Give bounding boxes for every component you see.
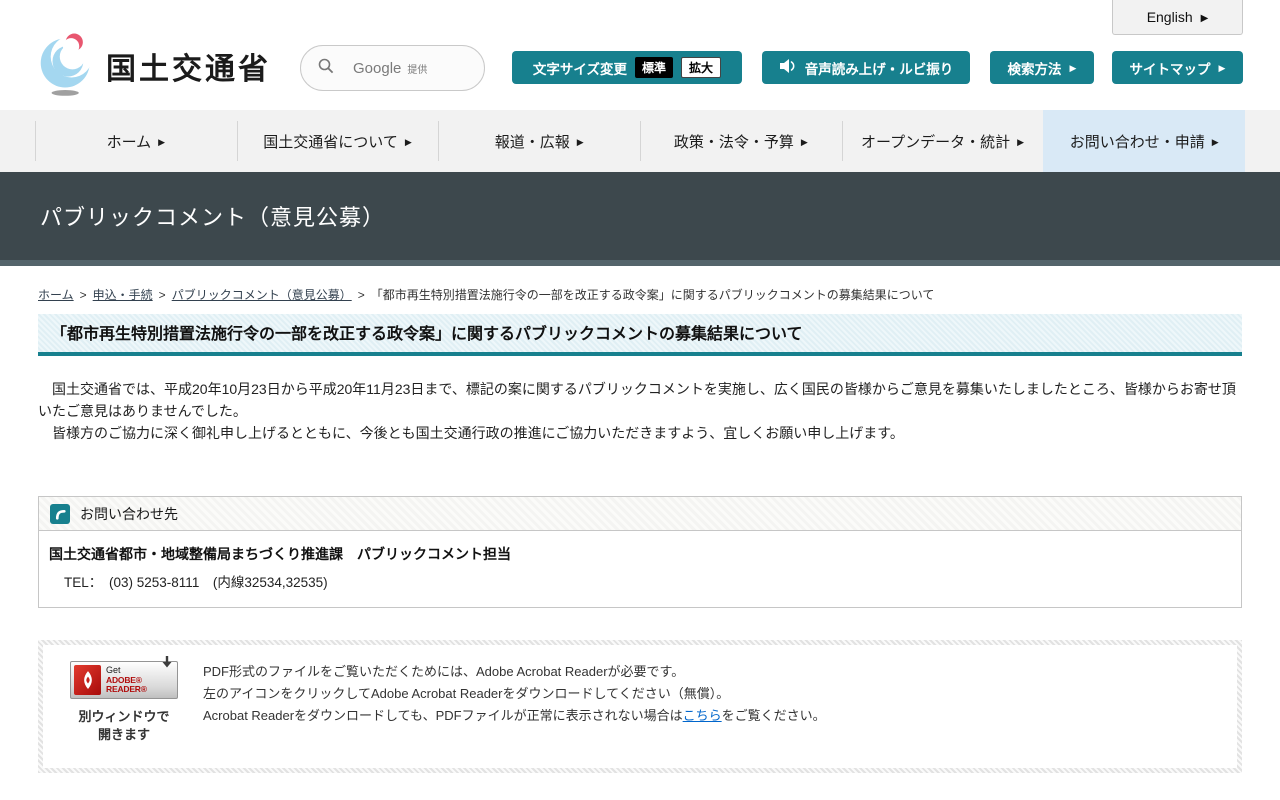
- font-size-label: 文字サイズ変更: [532, 61, 628, 77]
- pdf-notice-line-part: をご覧ください。: [721, 708, 826, 723]
- breadcrumb-separator: >: [357, 287, 365, 302]
- chevron-right-icon: ▶: [1069, 63, 1077, 73]
- search-input[interactable]: Google 提供: [300, 45, 485, 91]
- pdf-notice-line: 左のアイコンをクリックしてAdobe Acrobat Readerをダウンロード…: [203, 686, 730, 701]
- adobe-reader-label: ADOBE® READER®: [106, 674, 147, 694]
- chevron-right-icon: ▶: [1200, 12, 1209, 24]
- contact-box-body: 国土交通省都市・地域整備局まちづくり推進課 パブリックコメント担当 TEL： (…: [39, 531, 1241, 607]
- mlit-logo-icon: [38, 28, 96, 103]
- opens-new-window-note: 別ウィンドウで 開きます: [59, 708, 189, 744]
- breadcrumb-link-home[interactable]: ホーム: [38, 286, 74, 303]
- chevron-right-icon: ▶: [158, 136, 166, 147]
- site-logo[interactable]: 国土交通省: [38, 28, 271, 103]
- chevron-right-icon: ▶: [576, 136, 584, 147]
- speech-reading-button[interactable]: 音声読み上げ・ルビ振り: [762, 51, 970, 84]
- nav-item-about[interactable]: 国土交通省について ▶: [236, 110, 439, 172]
- pdf-notice-line: PDF形式のファイルをご覧いただくためには、Adobe Acrobat Read…: [203, 664, 685, 679]
- article-paragraph: 皆様方のご協力に深く御礼申し上げるとともに、今後とも国土交通行政の推進にご協力い…: [38, 425, 904, 441]
- breadcrumb-separator: >: [158, 287, 166, 302]
- contact-department: 国土交通省都市・地域整備局まちづくり推進課 パブリックコメント担当: [49, 546, 511, 562]
- pdf-notice-line: Acrobat Readerをダウンロードしても、PDFファイルが正常に表示され…: [203, 705, 826, 727]
- nav-item-label: お問い合わせ・申請: [1069, 133, 1205, 151]
- download-arrow-icon: [160, 655, 174, 674]
- global-nav: ホーム ▶ 国土交通省について ▶ 報道・広報 ▶ 政策・法令・予算 ▶ オープ…: [0, 110, 1280, 172]
- chevron-right-icon: ▶: [800, 136, 808, 147]
- get-adobe-reader-button[interactable]: Get ADOBE® READER®: [70, 656, 178, 699]
- opens-new-window-line: 別ウィンドウで: [78, 709, 170, 724]
- adobe-pdf-icon: [74, 665, 102, 695]
- breadcrumb-link-public-comment[interactable]: パブリックコメント（意見公募）: [172, 286, 352, 303]
- speech-reading-label: 音声読み上げ・ルビ振り: [804, 61, 954, 77]
- english-label: English: [1146, 9, 1193, 25]
- search-method-button[interactable]: 検索方法 ▶: [990, 51, 1094, 84]
- speaker-icon: [779, 58, 797, 77]
- nav-item-label: 報道・広報: [494, 133, 570, 151]
- contact-box-header: お問い合わせ先: [39, 497, 1241, 531]
- font-size-button[interactable]: 文字サイズ変更 標準 拡大: [512, 51, 742, 84]
- search-method-label: 検索方法: [1007, 61, 1062, 77]
- sitemap-label: サイトマップ: [1129, 61, 1211, 77]
- breadcrumb-current: 「都市再生特別措置法施行令の一部を改正する政令案」に関するパブリックコメントの募…: [370, 288, 935, 302]
- pdf-notice-line-part: Acrobat Readerをダウンロードしても、PDFファイルが正常に表示され…: [203, 708, 683, 723]
- main-content: ホーム > 申込・手続 > パブリックコメント（意見公募） > 「都市再生特別措…: [0, 272, 1280, 773]
- font-size-large-button[interactable]: 拡大: [681, 57, 722, 78]
- pdf-notice-box: Get ADOBE® READER® 別ウィンドウで 開きます PDF形式のファ…: [38, 640, 1242, 773]
- site-name: 国土交通省: [106, 52, 271, 86]
- sitemap-button[interactable]: サイトマップ ▶: [1112, 51, 1243, 84]
- breadcrumb: ホーム > 申込・手続 > パブリックコメント（意見公募） > 「都市再生特別措…: [38, 286, 1242, 303]
- pdf-notice-inner: Get ADOBE® READER® 別ウィンドウで 開きます PDF形式のファ…: [43, 645, 1237, 768]
- nav-item-contact[interactable]: お問い合わせ・申請 ▶: [1043, 110, 1246, 172]
- article-heading: 「都市再生特別措置法施行令の一部を改正する政令案」に関するパブリックコメントの募…: [38, 314, 1242, 356]
- english-button[interactable]: English ▶: [1112, 0, 1243, 35]
- article-paragraph: 国土交通省では、平成20年10月23日から平成20年11月23日まで、標記の案に…: [38, 381, 1236, 419]
- chevron-right-icon: ▶: [1017, 136, 1025, 147]
- header-buttons: 文字サイズ変更 標準 拡大 音声読み上げ・ルビ振り 検索方法 ▶ サイトマップ …: [512, 51, 1243, 84]
- chevron-right-icon: ▶: [1211, 136, 1219, 147]
- pdf-notice-text: PDF形式のファイルをご覧いただくためには、Adobe Acrobat Read…: [203, 659, 826, 744]
- global-nav-items: ホーム ▶ 国土交通省について ▶ 報道・広報 ▶ 政策・法令・予算 ▶ オープ…: [35, 110, 1246, 172]
- nav-item-opendata[interactable]: オープンデータ・統計 ▶: [841, 110, 1044, 172]
- font-size-standard-button[interactable]: 標準: [635, 57, 674, 78]
- chevron-right-icon: ▶: [1218, 63, 1226, 73]
- page-title: パブリックコメント（意見公募）: [40, 205, 386, 230]
- contact-telephone: TEL： (03) 5253-8111 (内線32534,32535): [64, 575, 328, 590]
- contact-box: お問い合わせ先 国土交通省都市・地域整備局まちづくり推進課 パブリックコメント担…: [38, 496, 1242, 608]
- search-provided-label: 提供: [407, 64, 428, 76]
- adobe-badge-column: Get ADOBE® READER® 別ウィンドウで 開きます: [59, 656, 189, 744]
- site-header: 国土交通省 Google 提供 文字サイズ変更 標準 拡大 音声読み上げ・ルビ振…: [0, 0, 1280, 110]
- nav-item-label: オープンデータ・統計: [861, 133, 1011, 151]
- nav-item-policy[interactable]: 政策・法令・予算 ▶: [640, 110, 842, 172]
- kochira-link[interactable]: こちら: [683, 708, 722, 723]
- breadcrumb-link-applications[interactable]: 申込・手続: [93, 286, 153, 303]
- article-body: 国土交通省では、平成20年10月23日から平成20年11月23日まで、標記の案に…: [38, 378, 1242, 444]
- nav-item-label: 政策・法令・予算: [673, 133, 794, 151]
- contact-header-label: お問い合わせ先: [80, 505, 178, 522]
- page-title-band: パブリックコメント（意見公募）: [0, 172, 1280, 266]
- breadcrumb-separator: >: [79, 287, 87, 302]
- nav-item-label: ホーム: [106, 133, 152, 151]
- search-placeholder: Google: [353, 59, 402, 77]
- search-icon: [317, 57, 335, 80]
- nav-item-home[interactable]: ホーム ▶: [35, 110, 237, 172]
- nav-item-label: 国土交通省について: [263, 133, 398, 151]
- phone-icon: [50, 503, 70, 524]
- chevron-right-icon: ▶: [404, 136, 412, 147]
- nav-item-press[interactable]: 報道・広報 ▶: [438, 110, 640, 172]
- opens-new-window-line: 開きます: [97, 727, 150, 742]
